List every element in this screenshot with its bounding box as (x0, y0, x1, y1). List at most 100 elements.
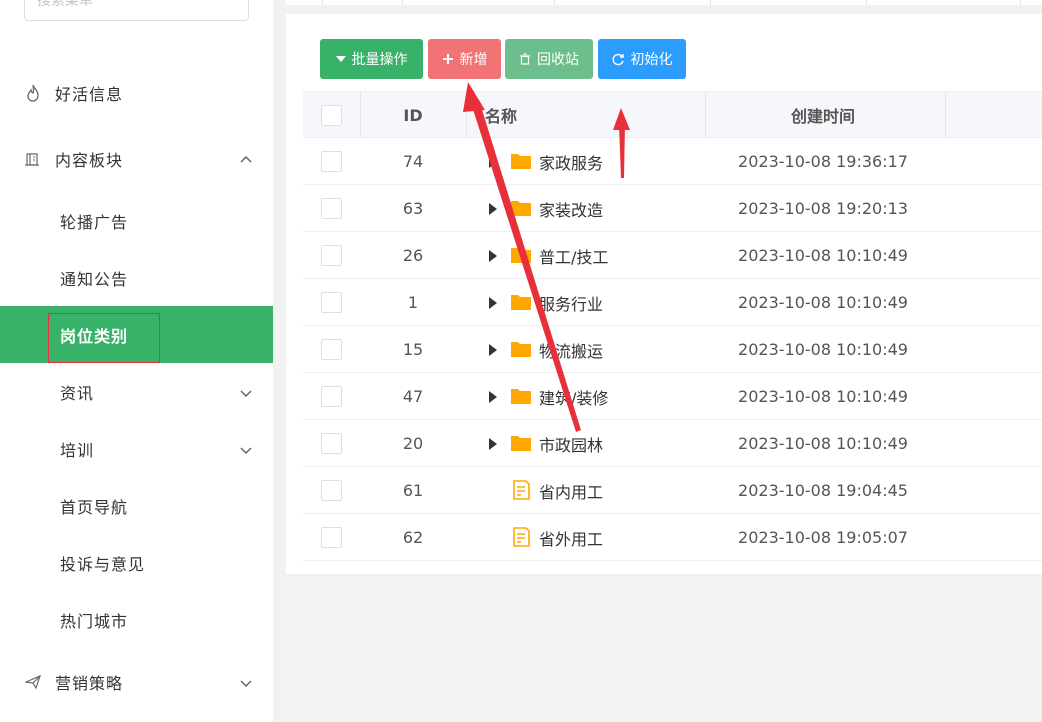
cell-id: 15 (402, 340, 424, 359)
cell-created-time: 2023-10-08 10:10:49 (738, 387, 908, 406)
cell-created-time: 2023-10-08 19:05:07 (738, 528, 908, 547)
table-row[interactable]: 20 市政园林 2023-10-08 10:10:49 (303, 420, 1042, 467)
fire-icon (24, 84, 42, 102)
cell-name: 建筑/装修 (539, 388, 609, 408)
refresh-icon (612, 53, 624, 65)
folder-icon (511, 201, 531, 216)
cell-id: 47 (402, 387, 424, 406)
add-button[interactable]: 新增 (428, 39, 501, 79)
document-icon (513, 480, 530, 500)
sidebar-item-haohuo[interactable]: 好活信息 (0, 64, 273, 121)
cell-created-time: 2023-10-08 19:20:13 (738, 199, 908, 218)
sidebar-item-label: 好活信息 (55, 84, 124, 104)
folder-icon (511, 295, 531, 310)
table-row[interactable]: 63 家装改造 2023-10-08 19:20:13 (303, 185, 1042, 232)
row-checkbox[interactable] (321, 339, 342, 360)
folder-icon (511, 342, 531, 357)
expand-caret-icon[interactable] (489, 391, 497, 403)
column-header-created[interactable]: 创建时间 (723, 92, 923, 138)
expand-caret-icon[interactable] (489, 297, 497, 309)
expand-caret-icon[interactable] (489, 203, 497, 215)
sidebar-item-home-nav[interactable]: 首页导航 (0, 477, 273, 534)
table-row[interactable]: 47 建筑/装修 2023-10-08 10:10:49 (303, 373, 1042, 420)
folder-icon (511, 248, 531, 263)
row-checkbox[interactable] (321, 292, 342, 313)
chevron-down-icon (239, 442, 253, 456)
sidebar-item-label: 首页导航 (60, 497, 129, 517)
cell-name: 服务行业 (539, 294, 604, 314)
menu-search-input[interactable] (25, 0, 248, 20)
sidebar-item-feedback[interactable]: 投诉与意见 (0, 534, 273, 591)
chevron-down-icon (239, 675, 253, 689)
chevron-up-icon (239, 152, 253, 166)
sidebar-item-banner[interactable]: 轮播广告 (0, 192, 273, 249)
expand-caret-icon[interactable] (489, 438, 497, 450)
cell-name: 物流搬运 (539, 341, 604, 361)
sidebar-item-label: 通知公告 (60, 269, 129, 289)
cell-created-time: 2023-10-08 19:04:45 (738, 481, 908, 500)
caret-down-icon (335, 56, 346, 62)
recycle-bin-label: 回收站 (537, 52, 579, 68)
cell-id: 20 (402, 434, 424, 453)
row-checkbox[interactable] (321, 198, 342, 219)
expand-caret-icon[interactable] (489, 344, 497, 356)
folder-icon (511, 436, 531, 451)
folder-icon (511, 389, 531, 404)
sidebar-item-label: 轮播广告 (60, 212, 129, 232)
sidebar-item-label: 内容板块 (55, 150, 124, 170)
sidebar-item-training[interactable]: 培训 (0, 420, 273, 477)
column-header-name[interactable]: 名称 (485, 92, 517, 138)
column-header-id[interactable]: ID (363, 92, 463, 138)
table-row[interactable]: 1 服务行业 2023-10-08 10:10:49 (303, 279, 1042, 326)
folder-icon (511, 154, 531, 169)
expand-caret-icon[interactable] (489, 250, 497, 262)
batch-operation-label: 批量操作 (351, 52, 408, 68)
sidebar-item-label: 培训 (60, 440, 95, 460)
cell-name: 省内用工 (539, 482, 604, 502)
select-all-checkbox[interactable] (321, 105, 342, 126)
sidebar-item-marketing[interactable]: 营销策略 (0, 653, 273, 710)
cell-created-time: 2023-10-08 19:36:17 (738, 152, 908, 171)
table-row[interactable]: 15 物流搬运 2023-10-08 10:10:49 (303, 326, 1042, 373)
cell-id: 74 (402, 152, 424, 171)
cell-created-time: 2023-10-08 10:10:49 (738, 434, 908, 453)
sidebar-item-content[interactable]: 内容板块 (0, 130, 273, 187)
sidebar-item-label: 资讯 (60, 383, 95, 403)
row-checkbox[interactable] (321, 433, 342, 454)
cell-created-time: 2023-10-08 10:10:49 (738, 340, 908, 359)
table-row[interactable]: 26 普工/技工 2023-10-08 10:10:49 (303, 232, 1042, 279)
sidebar-item-news[interactable]: 资讯 (0, 363, 273, 420)
row-checkbox[interactable] (321, 386, 342, 407)
table-header: ID 名称 创建时间 (303, 91, 1042, 138)
table-row[interactable]: 62 省外用工 2023-10-08 19:05:07 (303, 514, 1042, 561)
batch-operation-button[interactable]: 批量操作 (320, 39, 423, 79)
cell-name: 家政服务 (539, 153, 604, 173)
table-row[interactable]: 74 家政服务 2023-10-08 19:36:17 (303, 138, 1042, 185)
sidebar-item-label: 投诉与意见 (60, 554, 146, 574)
cell-name: 家装改造 (539, 200, 604, 220)
row-checkbox[interactable] (321, 151, 342, 172)
menu-search-box[interactable] (24, 0, 249, 21)
sidebar-item-notice[interactable]: 通知公告 (0, 249, 273, 306)
cell-created-time: 2023-10-08 10:10:49 (738, 293, 908, 312)
initialize-button[interactable]: 初始化 (598, 39, 686, 79)
chevron-down-icon (239, 385, 253, 399)
plus-icon (442, 54, 453, 64)
cell-id: 63 (402, 199, 424, 218)
row-checkbox[interactable] (321, 245, 342, 266)
expand-caret-icon[interactable] (489, 156, 497, 168)
row-checkbox[interactable] (321, 480, 342, 501)
building-icon (24, 150, 42, 168)
annotation-highlight-box (48, 313, 160, 363)
cell-id: 26 (402, 246, 424, 265)
add-label: 新增 (459, 52, 488, 68)
cell-name: 普工/技工 (539, 247, 609, 267)
cell-id: 61 (402, 481, 424, 500)
row-checkbox[interactable] (321, 527, 342, 548)
document-icon (513, 527, 530, 547)
table-row[interactable]: 61 省内用工 2023-10-08 19:04:45 (303, 467, 1042, 514)
recycle-bin-button[interactable]: 回收站 (505, 39, 593, 79)
trash-icon (520, 53, 530, 65)
sidebar-item-hot-cities[interactable]: 热门城市 (0, 591, 273, 648)
cell-id: 1 (407, 293, 419, 312)
